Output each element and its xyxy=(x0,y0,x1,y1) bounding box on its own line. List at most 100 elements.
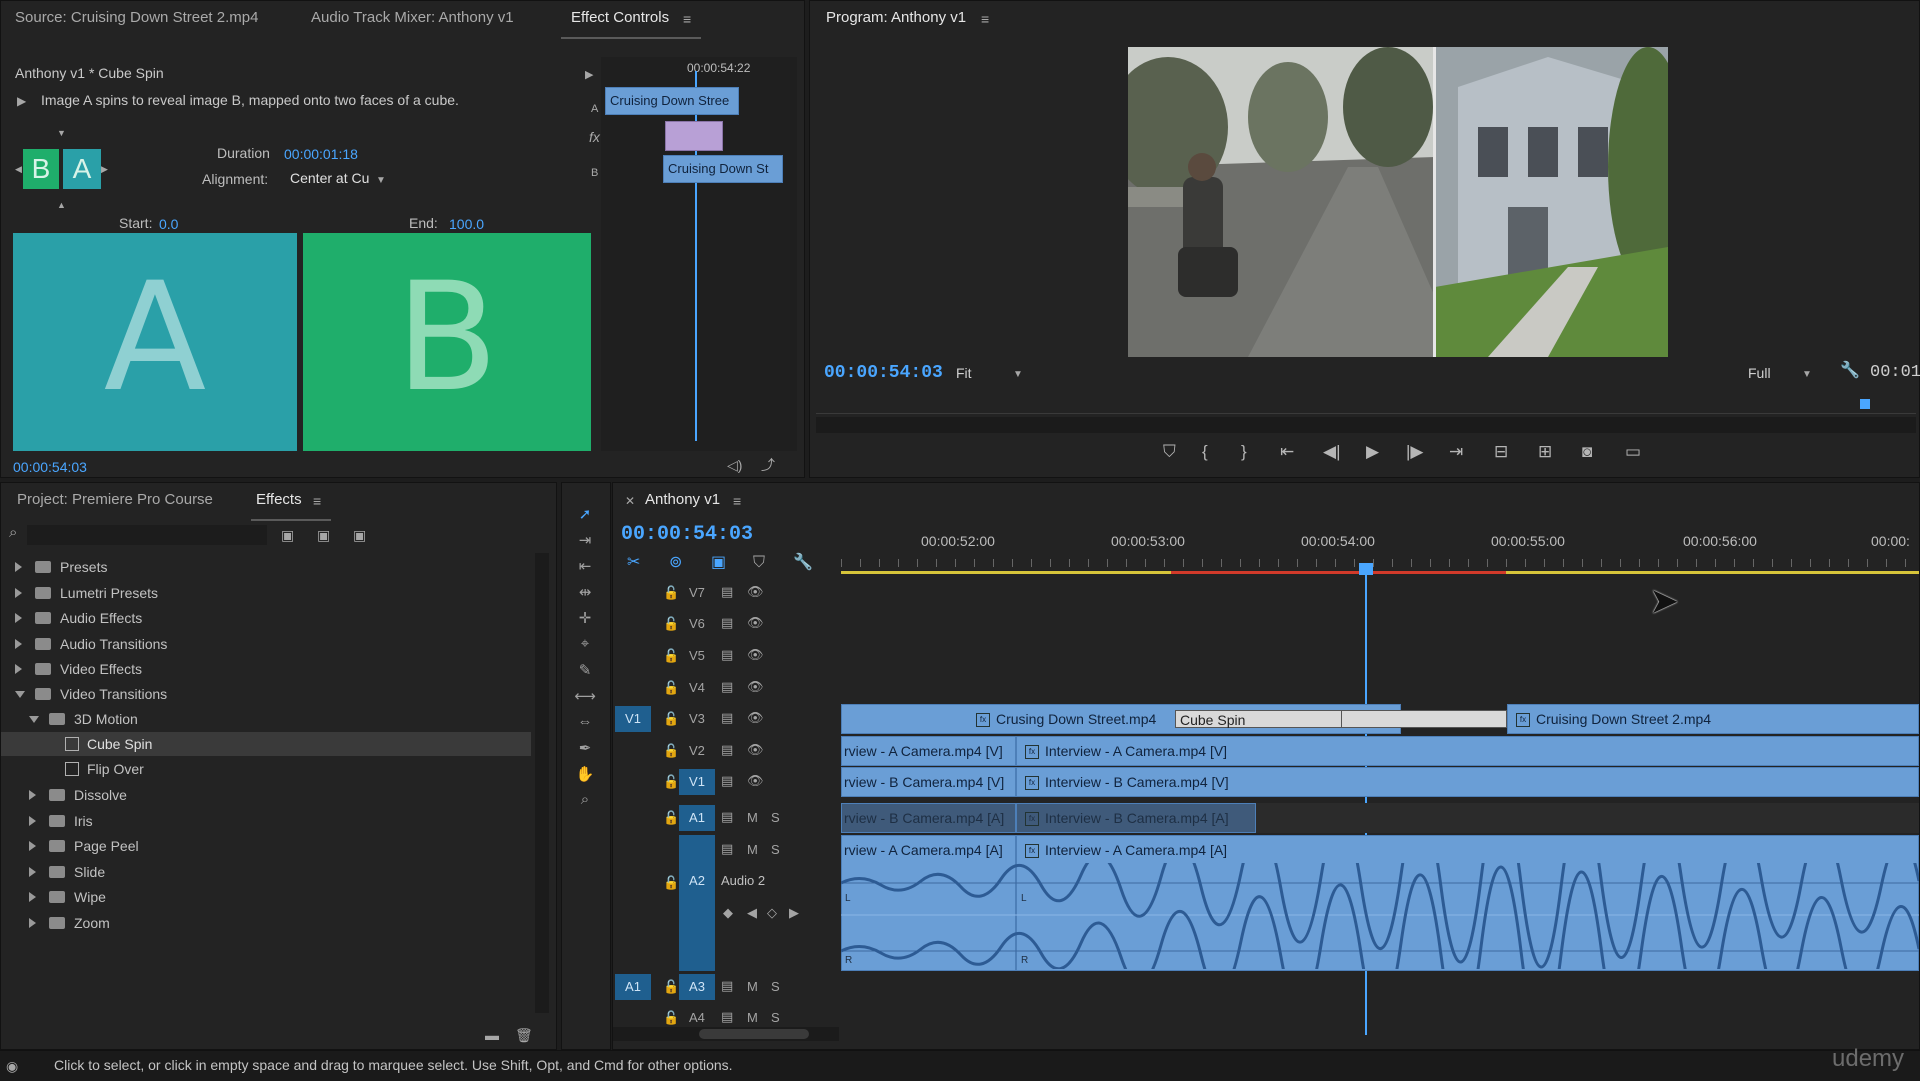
mini-clip-a[interactable]: Cruising Down Stree xyxy=(605,87,739,115)
new-bin-icon[interactable]: ▬ xyxy=(485,1027,499,1043)
tab-audio-track-mixer[interactable]: Audio Track Mixer: Anthony v1 xyxy=(311,9,514,26)
tree-zoom[interactable]: Zoom xyxy=(1,911,531,935)
play-icon[interactable]: ▶ xyxy=(1366,442,1379,462)
timeline-settings-wrench-icon[interactable]: 🔧 xyxy=(793,555,813,571)
program-menu-icon[interactable]: ≡ xyxy=(981,11,989,27)
end-value[interactable]: 100.0 xyxy=(449,216,484,232)
clip-v1-left[interactable]: rview - B Camera.mp4 [V] xyxy=(841,767,1016,797)
prev-keyframe-icon[interactable]: ◀ xyxy=(747,905,757,921)
play-preview-icon[interactable]: ▶ xyxy=(17,93,26,109)
clip-v1-right[interactable]: fx Interview - B Camera.mp4 [V] xyxy=(1016,767,1919,797)
direction-left-icon[interactable]: ◀ xyxy=(15,161,22,177)
step-back-icon[interactable]: ◀| xyxy=(1323,442,1341,462)
slip-tool-icon[interactable]: ✎ xyxy=(574,661,596,683)
track-select-forward-icon[interactable]: ⇔ xyxy=(574,713,596,735)
effects-scrollbar[interactable] xyxy=(535,553,549,1013)
solo-button[interactable]: S xyxy=(771,979,780,994)
track-label[interactable]: V5 xyxy=(689,648,705,663)
wrench-icon[interactable]: 🔧 xyxy=(1840,363,1860,379)
add-marker-icon[interactable]: ⛉ xyxy=(1163,442,1176,462)
program-playhead-marker[interactable] xyxy=(1860,399,1870,409)
audio-output-icon[interactable]: ◁) xyxy=(727,457,742,473)
eye-icon[interactable]: 👁 xyxy=(747,647,764,663)
sync-lock-icon[interactable]: ▤ xyxy=(721,679,733,695)
lock-icon[interactable]: 🔓 xyxy=(663,648,679,664)
sync-lock-icon[interactable]: ▤ xyxy=(721,647,733,663)
lock-icon[interactable]: 🔓 xyxy=(663,774,679,790)
tree-audio-transitions[interactable]: Audio Transitions xyxy=(1,632,531,656)
lock-icon[interactable]: 🔓 xyxy=(663,979,679,995)
direction-right-icon[interactable]: ▶ xyxy=(101,161,108,177)
keyframe-diamond-icon[interactable]: ◇ xyxy=(767,905,777,921)
hand-tool-icon[interactable]: ✋ xyxy=(574,765,596,787)
quality-dropdown[interactable]: Full xyxy=(1748,365,1771,381)
mark-out-icon[interactable]: } xyxy=(1241,442,1247,462)
collapse-arrow-icon[interactable] xyxy=(15,691,25,698)
mark-in-icon[interactable]: { xyxy=(1202,442,1208,462)
32bit-effects-icon[interactable]: ▣ xyxy=(317,527,330,543)
chevron-down-icon[interactable]: ▼ xyxy=(376,173,386,189)
sync-lock-icon[interactable]: ▤ xyxy=(721,978,733,994)
quality-chevron-down-icon[interactable]: ▼ xyxy=(1802,367,1812,383)
fit-dropdown[interactable]: Fit xyxy=(956,365,972,381)
alignment-dropdown[interactable]: Center at Cu xyxy=(290,170,369,186)
tab-source[interactable]: Source: Cruising Down Street 2.mp4 xyxy=(15,9,258,26)
program-title[interactable]: Program: Anthony v1 xyxy=(826,9,966,26)
sync-lock-icon[interactable]: ▤ xyxy=(721,1009,733,1025)
sequence-tab[interactable]: Anthony v1 xyxy=(645,491,720,508)
source-patch-v1[interactable]: V1 xyxy=(615,706,651,732)
tree-wipe[interactable]: Wipe xyxy=(1,885,531,909)
trash-icon[interactable]: 🗑 xyxy=(515,1027,533,1043)
comparison-view-icon[interactable]: ▭ xyxy=(1625,442,1641,462)
expand-arrow-icon[interactable] xyxy=(29,790,36,800)
sync-lock-icon[interactable]: ▤ xyxy=(721,742,733,758)
yuv-effects-icon[interactable]: ▣ xyxy=(353,527,366,543)
mini-transition[interactable] xyxy=(665,121,723,151)
clip-v3-right[interactable]: fx Cruising Down Street 2.mp4 xyxy=(1507,704,1919,734)
tree-dissolve[interactable]: Dissolve xyxy=(1,783,531,807)
clip-v2-left[interactable]: rview - A Camera.mp4 [V] xyxy=(841,736,1016,766)
effects-menu-icon[interactable]: ≡ xyxy=(313,493,321,509)
expand-arrow-icon[interactable]: ▶ xyxy=(585,67,593,83)
sync-lock-icon[interactable]: ▤ xyxy=(721,841,733,857)
tab-effect-controls[interactable]: Effect Controls xyxy=(571,9,669,26)
lock-icon[interactable]: 🔓 xyxy=(663,585,679,601)
track-label[interactable]: V6 xyxy=(689,616,705,631)
tree-presets[interactable]: Presets xyxy=(1,555,531,579)
expand-arrow-icon[interactable] xyxy=(15,562,22,572)
mute-button[interactable]: M xyxy=(747,842,758,857)
track-label[interactable]: V7 xyxy=(689,585,705,600)
timeline-playhead-marker[interactable] xyxy=(1359,563,1373,575)
insert-nest-icon[interactable]: ▣ xyxy=(711,555,726,571)
tree-page-peel[interactable]: Page Peel xyxy=(1,834,531,858)
lock-icon[interactable]: 🔓 xyxy=(663,711,679,727)
tree-slide[interactable]: Slide xyxy=(1,860,531,884)
razor-tool-icon[interactable]: ⌖ xyxy=(574,635,596,657)
lock-icon[interactable]: 🔓 xyxy=(663,810,679,826)
program-scrollbar[interactable] xyxy=(816,417,1916,433)
tree-cube-spin[interactable]: Cube Spin xyxy=(1,732,531,756)
sync-lock-icon[interactable]: ▤ xyxy=(721,809,733,825)
clip-a1-left[interactable]: rview - B Camera.mp4 [A] xyxy=(841,803,1016,833)
program-video-frame[interactable] xyxy=(1128,47,1668,357)
export-frame-icon[interactable]: ◙ xyxy=(1582,442,1592,462)
export-icon[interactable]: ⤴ xyxy=(761,457,775,473)
program-ruler[interactable] xyxy=(816,399,1916,414)
solo-button[interactable]: S xyxy=(771,1010,780,1025)
lift-icon[interactable]: ⊟ xyxy=(1494,442,1508,462)
tree-3d-motion[interactable]: 3D Motion xyxy=(1,707,531,731)
slide-tool-icon[interactable]: ⟷ xyxy=(574,687,596,709)
panel-menu-icon[interactable]: ≡ xyxy=(683,11,691,27)
expand-arrow-icon[interactable] xyxy=(15,639,22,649)
add-keyframe-icon[interactable]: ◆ xyxy=(723,905,733,921)
start-value[interactable]: 0.0 xyxy=(159,216,178,232)
ripple-edit-tool-icon[interactable]: ⇤ xyxy=(574,557,596,579)
track-label[interactable]: V2 xyxy=(689,743,705,758)
search-icon[interactable]: ⌕ xyxy=(9,525,17,541)
fit-chevron-down-icon[interactable]: ▼ xyxy=(1013,367,1023,383)
tree-video-effects[interactable]: Video Effects xyxy=(1,657,531,681)
lock-icon[interactable]: 🔓 xyxy=(663,680,679,696)
timeline-scroll-thumb[interactable] xyxy=(699,1029,809,1039)
mute-button[interactable]: M xyxy=(747,979,758,994)
tree-iris[interactable]: Iris xyxy=(1,809,531,833)
